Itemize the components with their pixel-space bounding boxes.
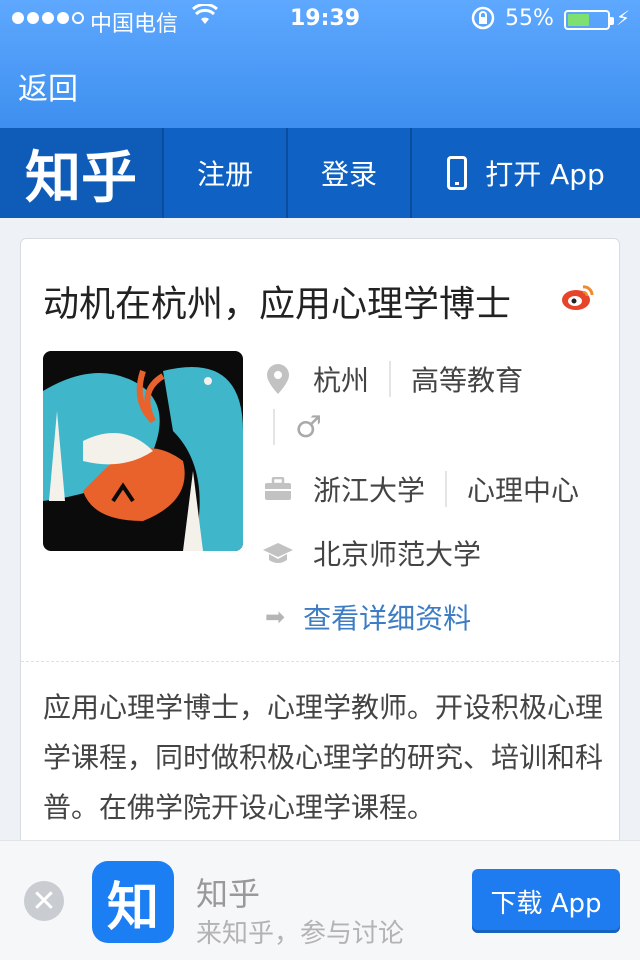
profile-bio: 应用心理学博士，心理学教师。开设积极心理学课程，同时做积极心理学的研究、培训和科… — [43, 691, 604, 824]
male-gender-icon: ♂ — [295, 409, 322, 445]
position-text: 心理中心 — [467, 474, 580, 507]
phone-icon — [447, 156, 468, 190]
profile-title: 动机在杭州，应用心理学博士 — [43, 284, 512, 325]
view-details-label: 查看详细资料 — [303, 602, 472, 635]
weibo-icon[interactable] — [561, 283, 595, 311]
rotation-lock-icon — [470, 5, 496, 37]
industry-text: 高等教育 — [411, 364, 524, 397]
gender-row: ♂ — [273, 409, 322, 445]
school-text: 北京师范大学 — [313, 538, 482, 571]
app-download-banner: ✕ 知 知乎 来知乎，参与讨论 下载 App — [0, 840, 640, 960]
education-row: 北京师范大学 — [263, 533, 481, 573]
profile-card: 动机在杭州，应用心理学博士 杭州 高等教育 ♂ 浙江大学 心理中心 北京师范大学… — [20, 238, 620, 878]
battery-icon — [564, 10, 614, 30]
arrow-right-icon: ➡ — [265, 603, 286, 631]
divider — [273, 409, 275, 445]
open-app-label: 打开 App — [485, 158, 605, 191]
signal-strength-icon — [12, 12, 84, 24]
zhihu-logo[interactable]: 知乎 — [0, 128, 164, 218]
login-button[interactable]: 登录 — [288, 128, 412, 218]
view-details-link[interactable]: ➡ 查看详细资料 — [265, 597, 471, 637]
zhihu-nav-bar: 知乎 注册 登录 打开 App — [0, 128, 640, 218]
back-button[interactable]: 返回 — [18, 64, 78, 108]
dashed-divider — [21, 661, 619, 662]
clock: 19:39 — [290, 6, 361, 31]
avatar[interactable] — [43, 351, 243, 551]
download-app-button[interactable]: 下载 App — [472, 869, 620, 933]
close-icon: ✕ — [31, 883, 57, 919]
carrier-name: 中国电信 — [90, 12, 179, 37]
register-button[interactable]: 注册 — [164, 128, 288, 218]
briefcase-icon — [263, 477, 293, 501]
company-text: 浙江大学 — [313, 474, 426, 507]
employment-row: 浙江大学 心理中心 — [263, 469, 579, 509]
divider — [445, 471, 448, 507]
location-text: 杭州 — [313, 364, 370, 397]
divider — [389, 361, 392, 397]
app-tagline: 来知乎，参与讨论 — [196, 919, 405, 949]
location-row: 杭州 高等教育 — [263, 359, 523, 399]
close-banner-button[interactable]: ✕ — [24, 881, 64, 921]
status-bar: 中国电信 19:39 55% ⚡ — [0, 0, 640, 40]
wifi-icon — [192, 2, 218, 32]
location-pin-icon — [263, 364, 293, 394]
charging-icon: ⚡ — [616, 6, 631, 30]
zhihu-app-icon: 知 — [92, 861, 174, 943]
graduation-cap-icon — [263, 541, 293, 565]
open-app-button[interactable]: 打开 App — [412, 128, 640, 218]
top-header: 中国电信 19:39 55% ⚡ 返回 — [0, 0, 640, 128]
battery-percentage: 55% — [505, 6, 554, 31]
app-name: 知乎 — [196, 875, 261, 913]
